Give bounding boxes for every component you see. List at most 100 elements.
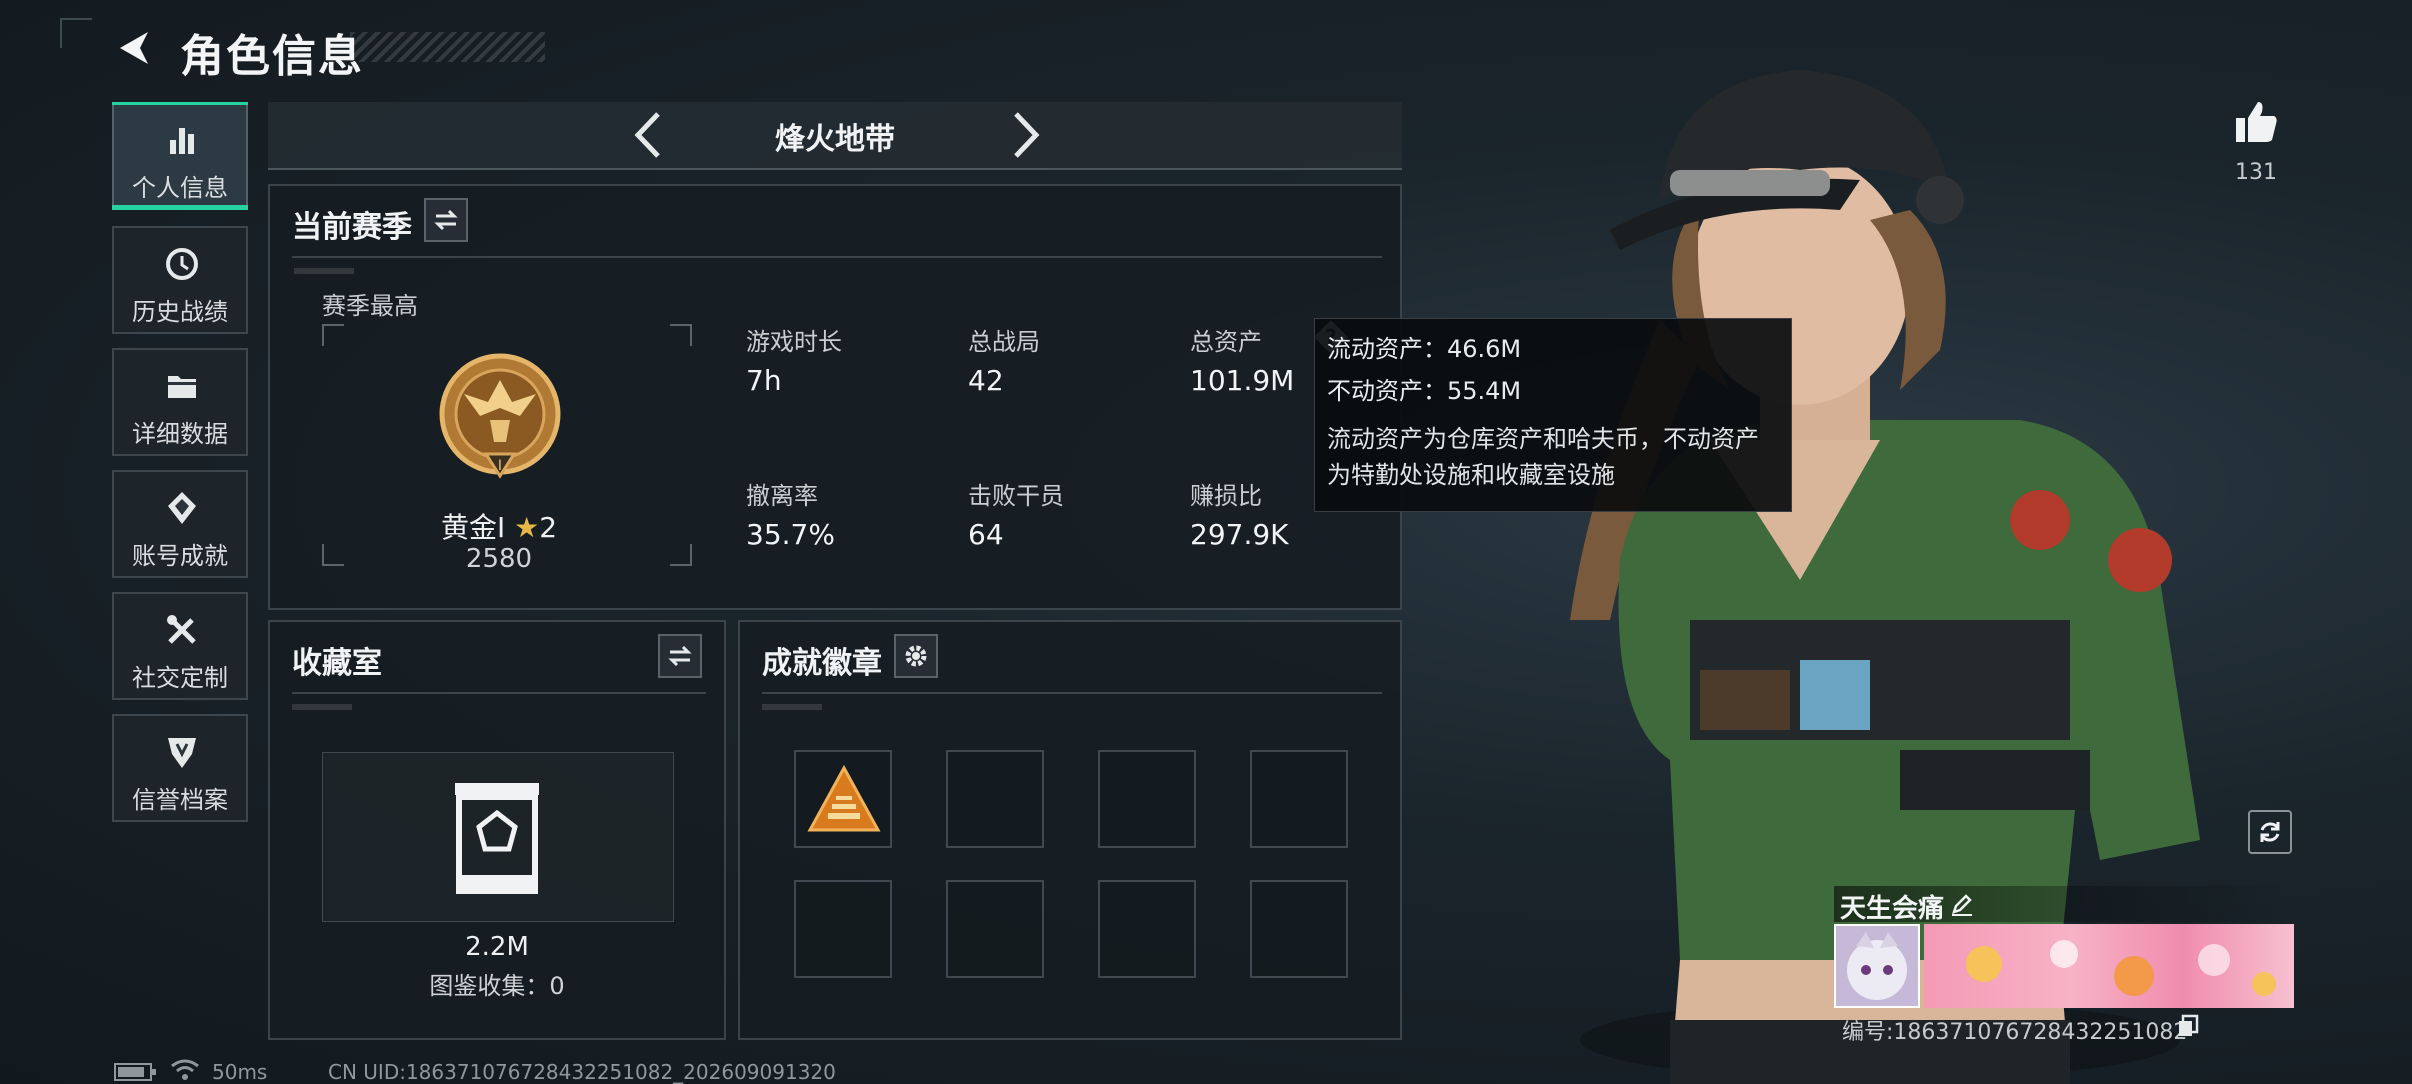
badge-slot[interactable] xyxy=(1098,750,1196,848)
badge-slot[interactable] xyxy=(946,880,1044,978)
stat-label: 游戏时长 xyxy=(746,328,842,356)
sidebar-item-history[interactable]: 历史战绩 xyxy=(112,226,248,334)
stat-value: 101.9M xyxy=(1190,364,1295,397)
bar-chart-icon xyxy=(170,128,194,154)
rank-score: 2580 xyxy=(465,544,533,574)
sidebar-item-label: 历史战绩 xyxy=(132,298,228,326)
badges-panel: 成就徽章 xyxy=(738,620,1402,1040)
thumbs-up-icon[interactable] xyxy=(2232,98,2280,146)
assets-tooltip: 流动资产：46.6M 不动资产：55.4M 流动资产为仓库资产和哈夫币，不动资产… xyxy=(1314,318,1792,512)
achievement-icon xyxy=(168,492,196,524)
season-title: 当前赛季 xyxy=(292,210,412,245)
pyramid-badge-icon xyxy=(807,764,881,832)
page-title: 角色信息 xyxy=(180,31,364,82)
avatar[interactable] xyxy=(1834,924,1920,1008)
sidebar-item-label: 个人信息 xyxy=(132,174,228,202)
sidebar-item-label: 账号成就 xyxy=(132,542,228,570)
collection-count: 图鉴收集：0 xyxy=(429,972,565,1000)
banner-art xyxy=(1966,940,2276,996)
tools-icon xyxy=(167,615,196,644)
collection-preview[interactable] xyxy=(322,752,674,922)
stat-label: 总战局 xyxy=(968,328,1040,356)
frame-corner xyxy=(670,544,692,566)
decoration xyxy=(292,704,352,710)
history-clock-icon xyxy=(166,248,198,280)
edit-pencil-icon[interactable] xyxy=(1950,892,1974,916)
collection-panel: 收藏室 2.2M 图鉴收集：0 xyxy=(268,620,726,1040)
stat-value: 35.7% xyxy=(746,518,835,551)
divider xyxy=(292,256,1382,258)
swap-icon xyxy=(434,209,458,231)
divider xyxy=(762,692,1382,694)
sidebar-item-reputation[interactable]: 信誉档案 xyxy=(112,714,248,822)
stat-label: 撤离率 xyxy=(746,482,818,510)
mode-title: 烽火地带 xyxy=(775,122,895,157)
stat-value: 42 xyxy=(968,364,1004,397)
divider xyxy=(292,692,706,694)
gear-icon xyxy=(905,645,927,667)
copy-icon[interactable] xyxy=(2176,1014,2200,1038)
sidebar-item-label: 详细数据 xyxy=(132,420,228,448)
stat-label: 赚损比 xyxy=(1190,482,1262,510)
sidebar-item-social[interactable]: 社交定制 xyxy=(112,592,248,700)
stat-label: 击败干员 xyxy=(968,482,1064,510)
badge-slot[interactable] xyxy=(946,750,1044,848)
frame-corner xyxy=(322,324,344,346)
player-name: 天生会痛 xyxy=(1840,894,1945,924)
avatar-image xyxy=(1847,932,1907,1000)
ping-value: 50ms xyxy=(212,1060,268,1084)
sidebar-item-achievements[interactable]: 账号成就 xyxy=(112,470,248,578)
rank-name: 黄金Ⅰ xyxy=(440,511,506,544)
badge-slot[interactable] xyxy=(1250,880,1348,978)
badge-slot[interactable] xyxy=(794,750,892,848)
svg-text:I: I xyxy=(498,458,502,474)
uid-text: CN UID:186371076728432251082_20260909132… xyxy=(328,1060,836,1084)
badge-slot[interactable] xyxy=(1250,750,1348,848)
player-name-bar: 天生会痛 xyxy=(1834,886,2294,924)
wifi-icon xyxy=(171,1059,199,1080)
stat-value: 297.9K xyxy=(1190,518,1289,551)
decoration xyxy=(294,268,354,274)
season-best-label: 赛季最高 xyxy=(322,292,418,320)
like-count: 131 xyxy=(2235,160,2277,185)
rank-display: 黄金Ⅰ ★2 xyxy=(330,506,668,546)
shield-icon xyxy=(168,738,196,768)
collection-switch-button[interactable] xyxy=(658,634,702,678)
next-mode-arrow-icon[interactable] xyxy=(1006,110,1046,160)
star-icon: ★ xyxy=(514,511,540,544)
badges-settings-button[interactable] xyxy=(894,634,938,678)
sidebar-item-label: 信誉档案 xyxy=(132,786,228,814)
showcase-icon xyxy=(455,783,539,894)
title-decoration xyxy=(350,32,545,62)
sidebar-item-personal-info[interactable]: 个人信息 xyxy=(112,102,248,210)
collection-value: 2.2M xyxy=(465,932,529,962)
decoration xyxy=(762,704,822,710)
swap-icon xyxy=(668,645,692,667)
rank-stars: 2 xyxy=(539,511,558,544)
stat-value: 64 xyxy=(968,518,1004,551)
tooltip-note: 流动资产为仓库资产和哈夫币，不动资产为特勤处设施和收藏室设施 xyxy=(1327,425,1759,489)
badge-slot[interactable] xyxy=(1098,880,1196,978)
player-id: 编号:186371076728432251082 xyxy=(1842,1020,2188,1045)
badge-slot[interactable] xyxy=(794,880,892,978)
frame-corner xyxy=(670,324,692,346)
rotate-button[interactable] xyxy=(2248,810,2292,854)
season-switch-button[interactable] xyxy=(424,198,468,242)
battery-icon xyxy=(114,1063,156,1081)
tooltip-liquid-assets: 流动资产：46.6M xyxy=(1327,335,1522,363)
tooltip-fixed-assets: 不动资产：55.4M xyxy=(1327,377,1522,405)
stat-label: 总资产 xyxy=(1190,328,1262,356)
sidebar-item-label: 社交定制 xyxy=(132,664,228,692)
stat-value: 7h xyxy=(746,364,782,397)
folder-icon xyxy=(168,376,196,398)
season-panel: 当前赛季 赛季最高 I 黄金Ⅰ ★2 2580 游戏时长 7h 总战局 42 总… xyxy=(268,184,1402,610)
back-arrow-icon[interactable] xyxy=(112,26,156,70)
sidebar-item-detailed-data[interactable]: 详细数据 xyxy=(112,348,248,456)
name-card-banner[interactable] xyxy=(1924,924,2294,1008)
badges-title: 成就徽章 xyxy=(762,646,882,681)
collection-title: 收藏室 xyxy=(292,646,382,681)
gold-rank-emblem-icon: I xyxy=(439,353,561,479)
rotate-icon xyxy=(2260,822,2280,842)
mode-selector: 烽火地带 xyxy=(268,102,1402,170)
corner-decoration xyxy=(60,18,92,48)
